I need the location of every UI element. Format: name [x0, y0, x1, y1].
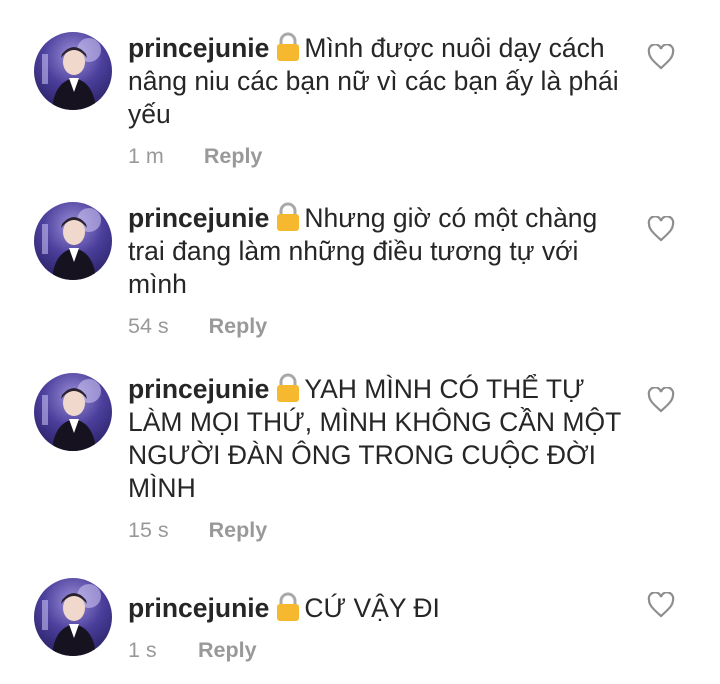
- lock-icon: [275, 373, 301, 403]
- comment-meta: 1 m Reply: [128, 142, 638, 170]
- heart-outline-icon[interactable]: [647, 592, 675, 618]
- comment-text: princejunie Mình được nuôi dạy cách nâng …: [128, 32, 638, 131]
- comment-text: princejunie CỨ VẬY ĐI: [128, 592, 638, 625]
- timestamp: 1 s: [128, 638, 157, 662]
- heart-outline-icon[interactable]: [647, 44, 675, 70]
- timestamp: 15 s: [128, 518, 169, 542]
- username[interactable]: princejunie: [128, 593, 269, 623]
- comment-message: CỨ VẬY ĐI: [304, 593, 440, 623]
- username[interactable]: princejunie: [128, 203, 269, 233]
- reply-button[interactable]: Reply: [209, 518, 268, 542]
- lock-icon: [275, 202, 301, 232]
- heart-outline-icon[interactable]: [647, 216, 675, 242]
- comment-meta: 54 s Reply: [128, 312, 638, 340]
- heart-outline-icon[interactable]: [647, 387, 675, 413]
- avatar[interactable]: [34, 373, 112, 451]
- timestamp: 1 m: [128, 144, 164, 168]
- avatar[interactable]: [34, 32, 112, 110]
- comment-text: princejunie Nhưng giờ có một chàng trai đ…: [128, 202, 638, 301]
- username[interactable]: princejunie: [128, 33, 269, 63]
- avatar[interactable]: [34, 578, 112, 656]
- reply-button[interactable]: Reply: [209, 314, 268, 338]
- reply-button[interactable]: Reply: [198, 638, 257, 662]
- username[interactable]: princejunie: [128, 374, 269, 404]
- comment-text: princejunie YAH MÌNH CÓ THỂ TỰ LÀM MỌI TH…: [128, 373, 638, 505]
- avatar[interactable]: [34, 202, 112, 280]
- timestamp: 54 s: [128, 314, 169, 338]
- reply-button[interactable]: Reply: [204, 144, 263, 168]
- lock-icon: [275, 592, 301, 622]
- lock-icon: [275, 32, 301, 62]
- comment-meta: 15 s Reply: [128, 516, 638, 544]
- comment-meta: 1 s Reply: [128, 636, 638, 664]
